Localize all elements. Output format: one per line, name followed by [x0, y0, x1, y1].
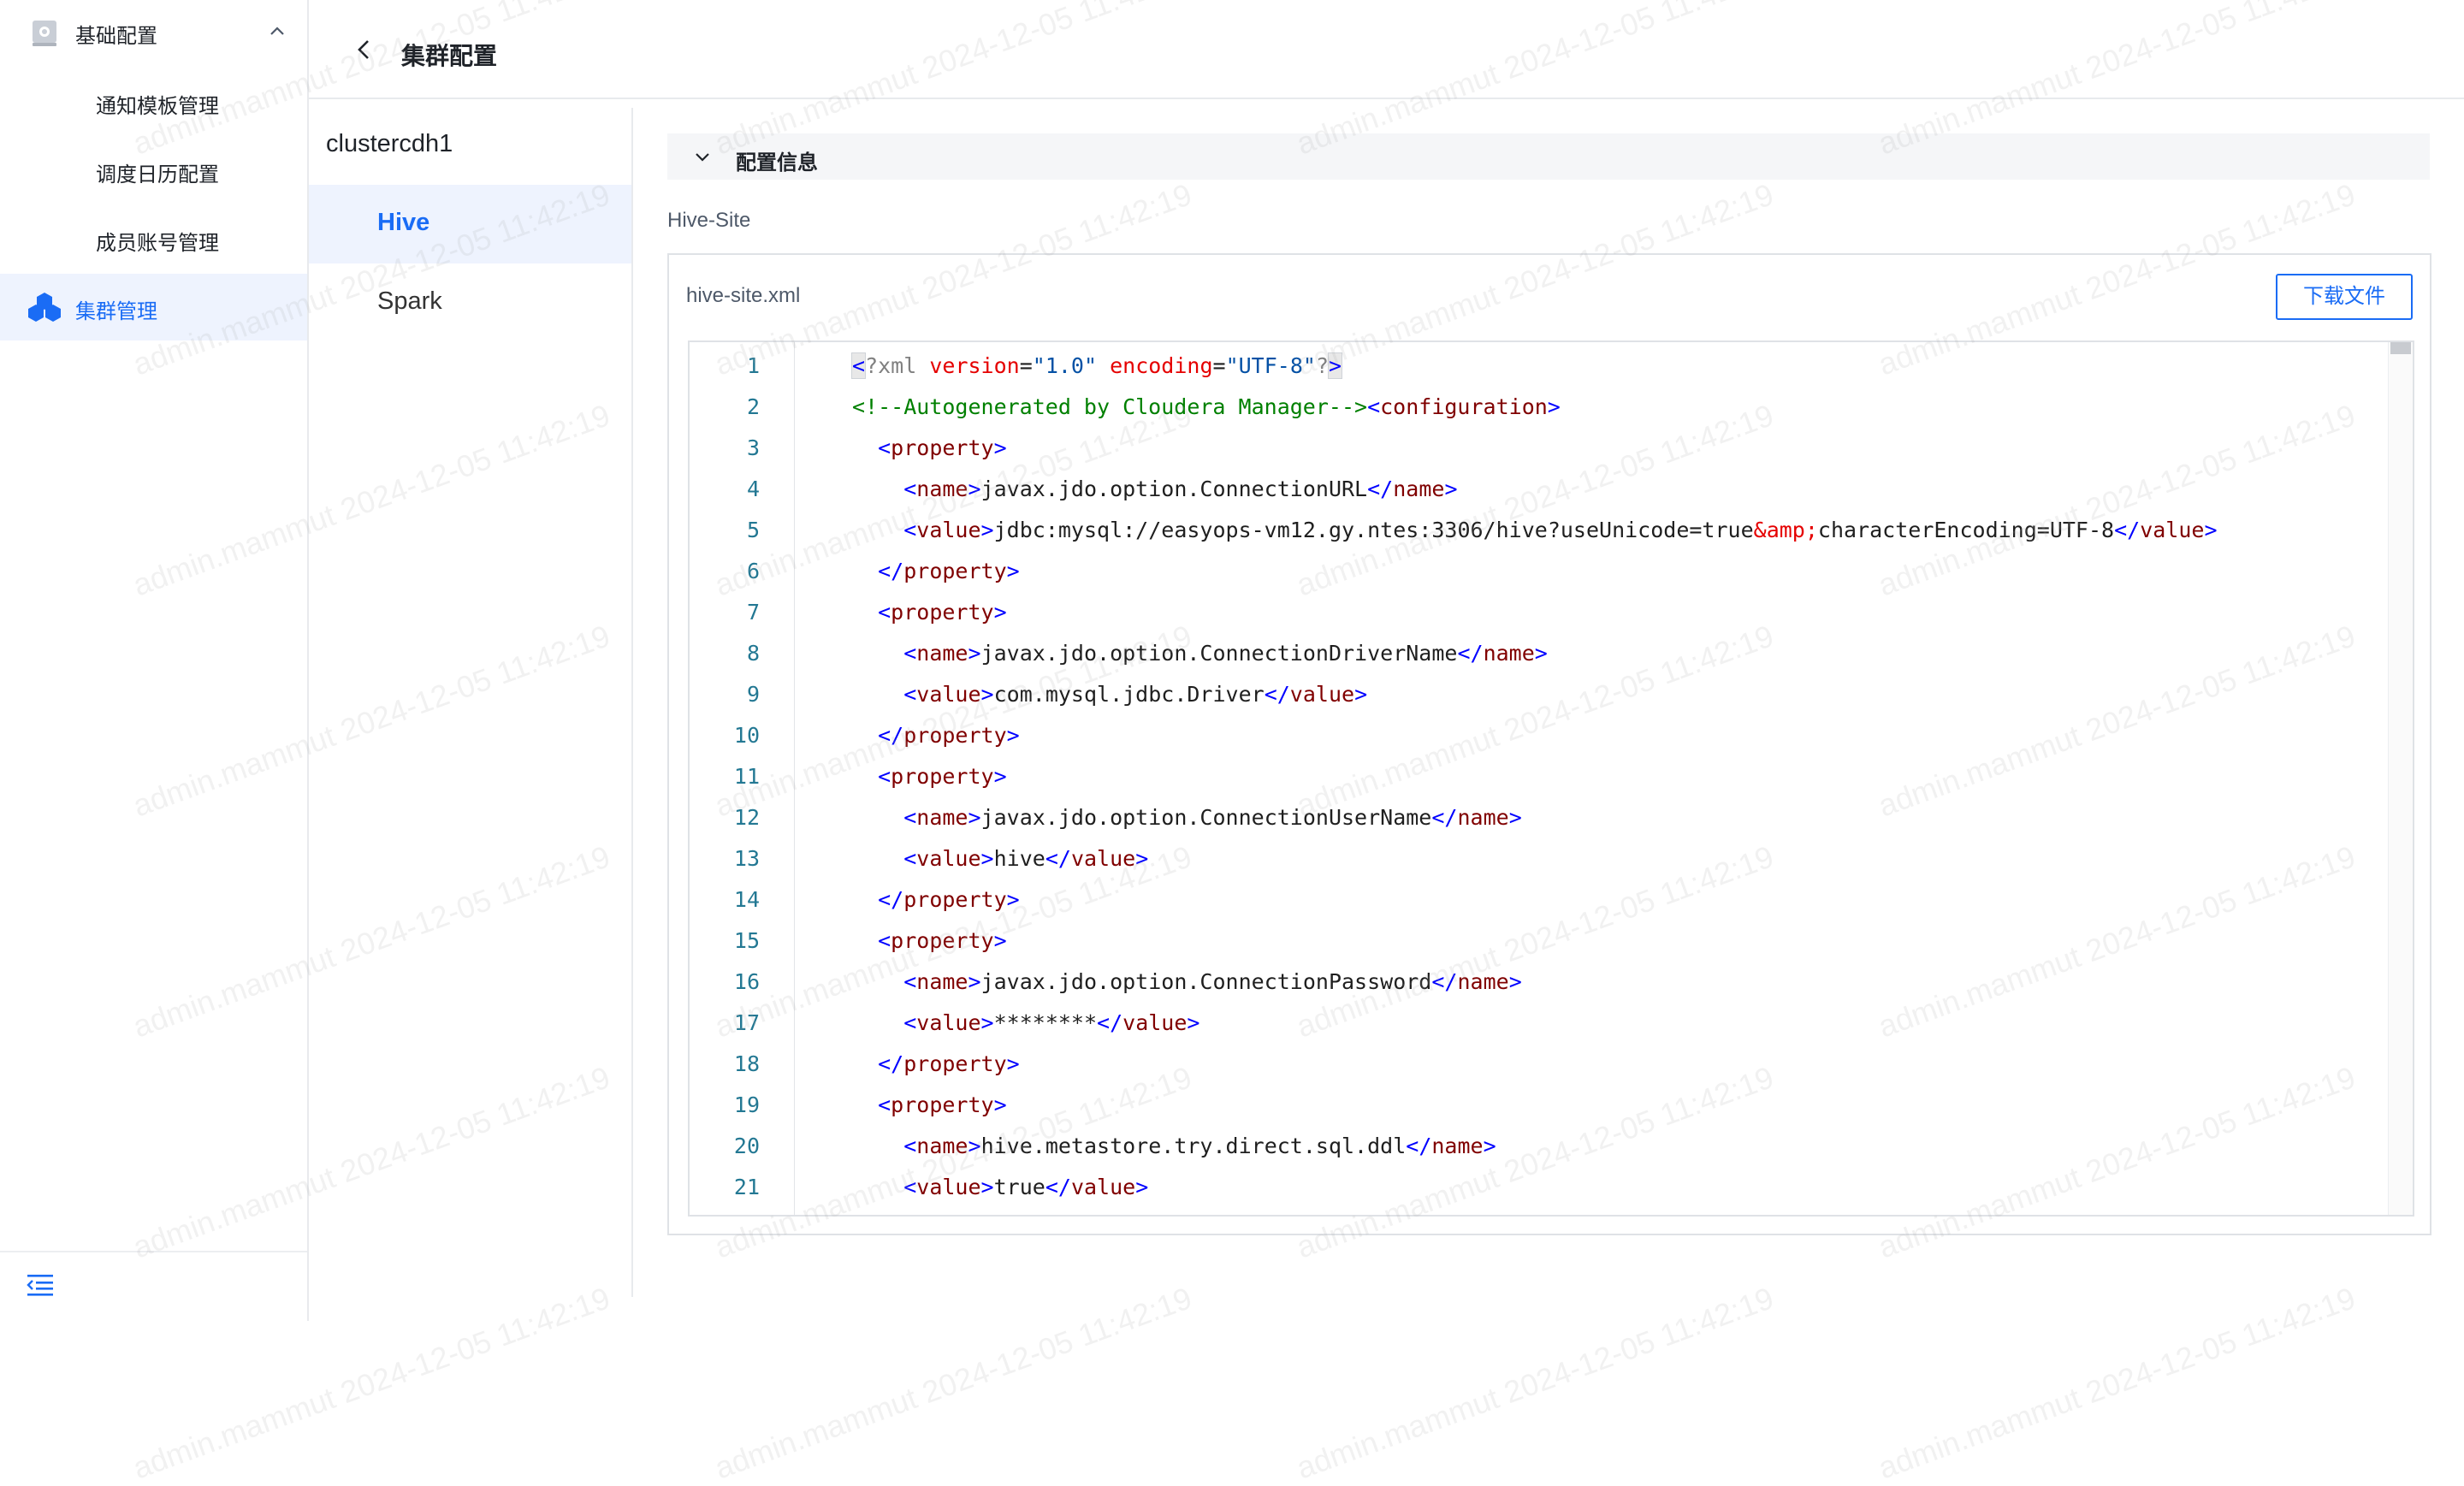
line-number: 3: [746, 435, 760, 460]
chevron-up-icon[interactable]: [268, 22, 287, 41]
line-number: 10: [733, 723, 760, 748]
line-number: 12: [733, 805, 760, 830]
page-header: 集群配置: [309, 0, 2464, 99]
line-number: 11: [733, 764, 760, 789]
code-line[interactable]: <property>: [852, 756, 1007, 797]
line-number: 13: [733, 846, 760, 871]
code-line[interactable]: <value>com.mysql.jdbc.Driver</value>: [852, 674, 1367, 715]
chevron-down-icon[interactable]: [693, 147, 712, 166]
sidebar-group-basic-config[interactable]: 基础配置: [0, 0, 307, 67]
line-number: 17: [733, 1010, 760, 1035]
config-section-header[interactable]: 配置信息: [667, 133, 2430, 180]
code-line[interactable]: <name>javax.jdo.option.ConnectionPasswor…: [852, 962, 1522, 1003]
service-tab-hive[interactable]: Hive: [309, 185, 631, 263]
code-line[interactable]: <value>hive</value>: [852, 838, 1148, 879]
service-tab-spark[interactable]: Spark: [309, 263, 631, 342]
watermark-text: admin.mammut 2024-12-05 11:42:19: [1874, 1280, 2360, 1486]
code-line[interactable]: </property>: [852, 879, 1020, 921]
sidebar-item-label: 成员账号管理: [96, 232, 219, 255]
code-line[interactable]: </property>: [852, 715, 1020, 756]
sidebar-item-member-accounts[interactable]: 成员账号管理: [0, 205, 307, 274]
sidebar-item-label: 集群管理: [75, 300, 157, 323]
code-line[interactable]: <?xml version="1.0" encoding="UTF-8"?>: [850, 346, 1343, 387]
scrollbar-thumb[interactable]: [2390, 342, 2411, 354]
code-line[interactable]: <property>: [852, 592, 1007, 633]
service-tab-label: Spark: [377, 287, 442, 315]
code-line[interactable]: <value>jdbc:mysql://easyops-vm12.gy.ntes…: [852, 510, 2217, 551]
download-file-button[interactable]: 下载文件: [2276, 274, 2413, 320]
line-number: 6: [746, 559, 760, 583]
code-line[interactable]: <property>: [852, 428, 1007, 469]
editor-scrollbar[interactable]: [2388, 342, 2413, 1215]
code-line[interactable]: <value>********</value>: [852, 1003, 1199, 1044]
site-label: Hive-Site: [667, 209, 751, 232]
code-line[interactable]: <value>true</value>: [852, 1167, 1148, 1208]
line-number: 4: [746, 477, 760, 501]
back-arrow-icon[interactable]: [353, 38, 376, 62]
line-number: 2: [746, 394, 760, 419]
cluster-panel: clustercdh1 Hive Spark: [309, 108, 633, 1297]
line-number: 15: [733, 928, 760, 953]
line-number: 16: [733, 969, 760, 994]
line-number: 9: [746, 682, 760, 707]
cubes-icon: [28, 293, 61, 322]
line-number: 14: [733, 887, 760, 912]
code-line[interactable]: <name>javax.jdo.option.ConnectionURL</na…: [852, 469, 1457, 510]
line-number: 18: [733, 1051, 760, 1076]
cluster-name: clustercdh1: [326, 130, 453, 157]
code-content[interactable]: <?xml version="1.0" encoding="UTF-8"?> <!…: [794, 342, 2387, 1215]
sidebar: 基础配置 通知模板管理 调度日历配置 成员账号管理 集群管理: [0, 0, 309, 1321]
code-line[interactable]: <!--Autogenerated by Cloudera Manager-->…: [852, 387, 1561, 428]
code-line[interactable]: <name>javax.jdo.option.ConnectionDriverN…: [852, 633, 1548, 674]
code-line[interactable]: <property>: [852, 921, 1007, 962]
sidebar-item-schedule-calendar[interactable]: 调度日历配置: [0, 137, 307, 205]
code-line[interactable]: </property>: [852, 1044, 1020, 1085]
file-name: hive-site.xml: [686, 284, 801, 307]
sidebar-item-notification-templates[interactable]: 通知模板管理: [0, 68, 307, 137]
sidebar-item-label: 通知模板管理: [96, 95, 219, 118]
line-number: 21: [733, 1175, 760, 1199]
line-number-gutter: 1 2 3 4 5 6 7 8 9 10 11 12 13 14 15 16 17 18 19 20 21: [690, 342, 795, 1215]
line-number: 7: [746, 600, 760, 625]
code-line[interactable]: <name>javax.jdo.option.ConnectionUserNam…: [852, 797, 1522, 838]
section-title: 配置信息: [736, 151, 818, 175]
line-number: 1: [746, 353, 760, 378]
watermark-text: admin.mammut 2024-12-05 11:42:19: [710, 1280, 1197, 1486]
sidebar-item-label: 调度日历配置: [96, 163, 219, 186]
file-panel: hive-site.xml 下载文件 1 2 3 4 5 6 7 8 9 10 11 12 13 14 15…: [667, 253, 2431, 1235]
line-number: 19: [733, 1092, 760, 1117]
code-editor[interactable]: 1 2 3 4 5 6 7 8 9 10 11 12 13 14 15 16 17 18 19 20 21 <?xml …: [688, 340, 2414, 1217]
sidebar-item-cluster-management[interactable]: 集群管理: [0, 274, 307, 340]
page-title: 集群配置: [401, 43, 498, 69]
line-number: 8: [746, 641, 760, 666]
code-line[interactable]: <property>: [852, 1085, 1007, 1126]
code-line[interactable]: </property>: [852, 551, 1020, 592]
code-line[interactable]: <name>hive.metastore.try.direct.sql.ddl<…: [852, 1126, 1496, 1167]
watermark-text: admin.mammut 2024-12-05 11:42:19: [1292, 1280, 1779, 1486]
sidebar-divider: [0, 1251, 307, 1252]
sidebar-group-label: 基础配置: [75, 25, 157, 48]
line-number: 20: [733, 1134, 760, 1158]
service-tab-label: Hive: [377, 209, 430, 236]
settings-panel-icon: [33, 21, 56, 46]
collapse-menu-icon[interactable]: [26, 1271, 56, 1299]
line-number: 5: [746, 518, 760, 542]
